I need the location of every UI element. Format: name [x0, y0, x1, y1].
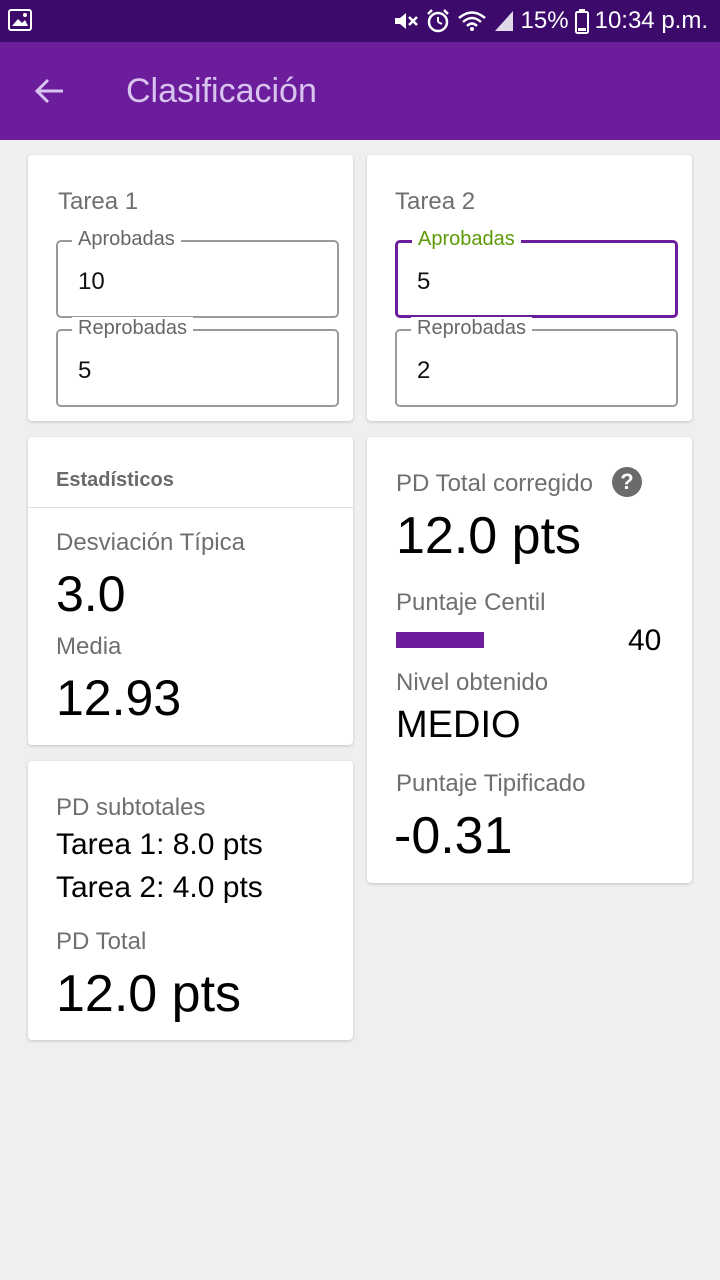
field-value: 2: [417, 357, 431, 384]
subtotales-card: PD subtotales Tarea 1: 8.0 pts Tarea 2: …: [28, 761, 353, 1040]
back-button[interactable]: [26, 68, 72, 114]
tipificado-value: -0.31: [394, 807, 513, 865]
mute-icon: [393, 9, 419, 33]
battery-percent: 15%: [520, 7, 569, 34]
tarea2-title: Tarea 2: [395, 188, 476, 215]
centil-progress-fill: [396, 632, 484, 648]
signal-icon: [493, 9, 515, 33]
estadisticos-header: Estadísticos: [56, 469, 174, 491]
gallery-icon: [8, 9, 32, 36]
status-icons: 15% 10:34 p.m.: [393, 6, 708, 36]
tarea1-card: Tarea 1 Aprobadas 10 Reprobadas 5: [28, 155, 353, 421]
tarea1-reprobadas-field[interactable]: Reprobadas 5: [56, 317, 339, 407]
tarea1-aprobadas-field[interactable]: Aprobadas 10: [56, 228, 339, 318]
subtotales-label: PD subtotales: [56, 794, 206, 821]
field-label: Aprobadas: [72, 228, 181, 251]
status-bar: 15% 10:34 p.m.: [0, 0, 720, 42]
field-label: Reprobadas: [72, 317, 193, 340]
clock: 10:34 p.m.: [594, 7, 708, 34]
alarm-icon: [425, 8, 451, 34]
desviacion-value: 3.0: [56, 566, 126, 622]
battery-icon: [574, 8, 589, 34]
nivel-value: MEDIO: [396, 704, 521, 746]
nivel-label: Nivel obtenido: [396, 669, 549, 696]
centil-label: Puntaje Centil: [396, 589, 546, 616]
tipificado-label: Puntaje Tipificado: [396, 770, 586, 797]
tarea1-title: Tarea 1: [58, 188, 139, 215]
pd-corregido-value: 12.0 pts: [396, 507, 582, 565]
help-icon[interactable]: ?: [612, 467, 642, 497]
media-value: 12.93: [56, 670, 182, 726]
subtotal-tarea2: Tarea 2: 4.0 pts: [56, 871, 263, 904]
estadisticos-card: Estadísticos Desviación Típica 3.0 Media…: [28, 437, 353, 745]
pd-corregido-label: PD Total corregido: [396, 470, 593, 497]
field-value: 5: [78, 357, 92, 384]
desviacion-label: Desviación Típica: [56, 529, 245, 556]
wifi-icon: [457, 9, 487, 33]
field-label: Aprobadas: [412, 228, 521, 251]
tarea2-card: Tarea 2 Aprobadas 5 Reprobadas 2: [367, 155, 692, 421]
field-label: Reprobadas: [411, 317, 532, 340]
pd-total-value: 12.0 pts: [56, 965, 242, 1023]
app-bar: Clasificación: [0, 42, 720, 140]
centil-value: 40: [628, 624, 662, 657]
page-title: Clasificación: [126, 72, 317, 110]
media-label: Media: [56, 633, 122, 660]
tarea2-aprobadas-field[interactable]: Aprobadas 5: [395, 228, 678, 318]
divider: [28, 507, 353, 508]
subtotal-tarea1: Tarea 1: 8.0 pts: [56, 828, 263, 861]
centil-progress-bar: [396, 632, 606, 648]
arrow-left-icon: [34, 78, 63, 104]
tarea2-reprobadas-field[interactable]: Reprobadas 2: [395, 317, 678, 407]
pd-total-label: PD Total: [56, 928, 147, 955]
field-value: 5: [417, 268, 431, 295]
field-value: 10: [78, 268, 105, 295]
